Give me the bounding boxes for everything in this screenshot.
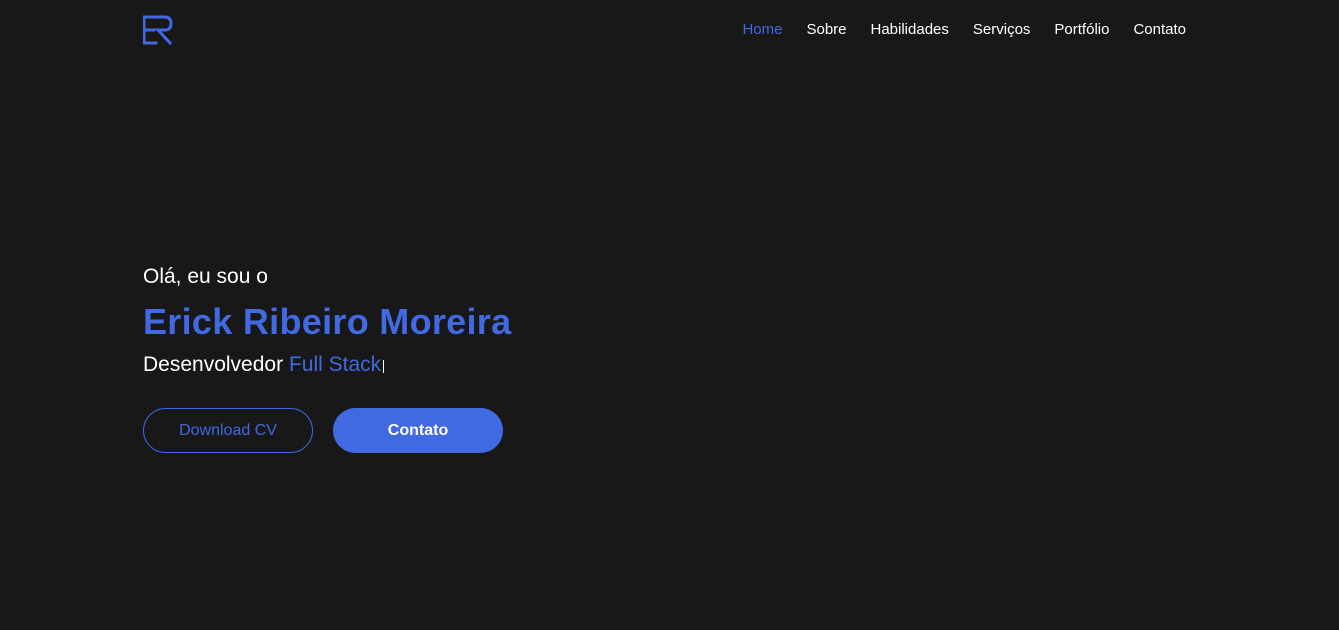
main-nav: Home Sobre Habilidades Serviços Portfóli…	[718, 21, 1186, 39]
nav-item-contato[interactable]: Contato	[1133, 21, 1186, 39]
nav-item-portfolio[interactable]: Portfólio	[1054, 21, 1109, 39]
nav-item-habilidades[interactable]: Habilidades	[871, 21, 949, 39]
role-highlight: Full Stack	[288, 353, 382, 376]
hero-name: Erick Ribeiro Moreira	[143, 301, 512, 342]
hero-role: Desenvolvedor Full Stack	[143, 350, 511, 380]
er-logo-icon[interactable]	[143, 14, 175, 46]
role-prefix: Desenvolvedor	[143, 353, 284, 376]
nav-item-servicos[interactable]: Serviços	[973, 21, 1031, 39]
hero-section: Olá, eu sou o Erick Ribeiro Moreira Dese…	[143, 262, 511, 453]
hero-buttons: Download CV Contato	[143, 408, 511, 453]
hero-greeting: Olá, eu sou o	[143, 265, 268, 288]
typing-cursor	[383, 360, 385, 373]
contact-button[interactable]: Contato	[333, 408, 503, 453]
page: Home Sobre Habilidades Serviços Portfóli…	[0, 0, 1339, 630]
nav-item-sobre[interactable]: Sobre	[806, 21, 846, 39]
download-cv-button[interactable]: Download CV	[143, 408, 313, 453]
nav-item-home[interactable]: Home	[742, 21, 782, 39]
